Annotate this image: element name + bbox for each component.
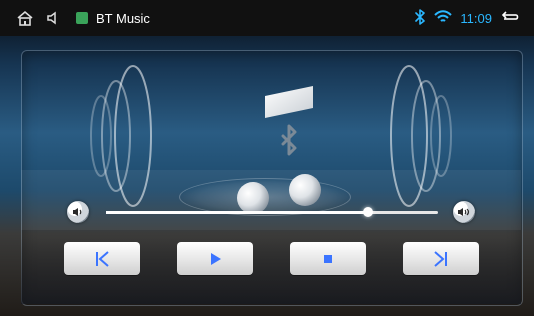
app-icon (76, 12, 88, 24)
previous-button[interactable] (64, 242, 140, 275)
bluetooth-icon (414, 8, 426, 28)
play-icon (211, 252, 221, 265)
bluetooth-symbol-icon (281, 124, 297, 156)
status-time: 11:09 (460, 10, 492, 26)
speaker-louder-icon (458, 208, 470, 216)
speaker-icon (73, 208, 82, 216)
volume-mute-icon[interactable] (44, 9, 62, 27)
volume-slider-fill (106, 211, 369, 214)
home-icon[interactable] (16, 9, 34, 27)
next-button[interactable] (403, 242, 479, 275)
stop-icon (324, 254, 332, 263)
music-note-icon (237, 81, 321, 214)
volume-up-button[interactable] (453, 201, 475, 223)
volume-down-button[interactable] (67, 201, 89, 223)
play-button[interactable] (177, 242, 253, 275)
return-icon[interactable] (500, 9, 520, 28)
stop-button[interactable] (290, 242, 366, 275)
wifi-icon (434, 9, 453, 27)
volume-slider[interactable] (106, 207, 438, 217)
skip-previous-icon (96, 250, 109, 267)
status-right: 11:09 (414, 8, 520, 28)
screen: BT Music 11:09 (0, 0, 534, 316)
app-indicator: BT Music (76, 11, 150, 26)
skip-next-icon (434, 250, 447, 267)
status-left: BT Music (16, 9, 150, 27)
player-stage (21, 50, 521, 304)
app-title: BT Music (96, 10, 150, 26)
status-bar: BT Music 11:09 (0, 0, 534, 36)
